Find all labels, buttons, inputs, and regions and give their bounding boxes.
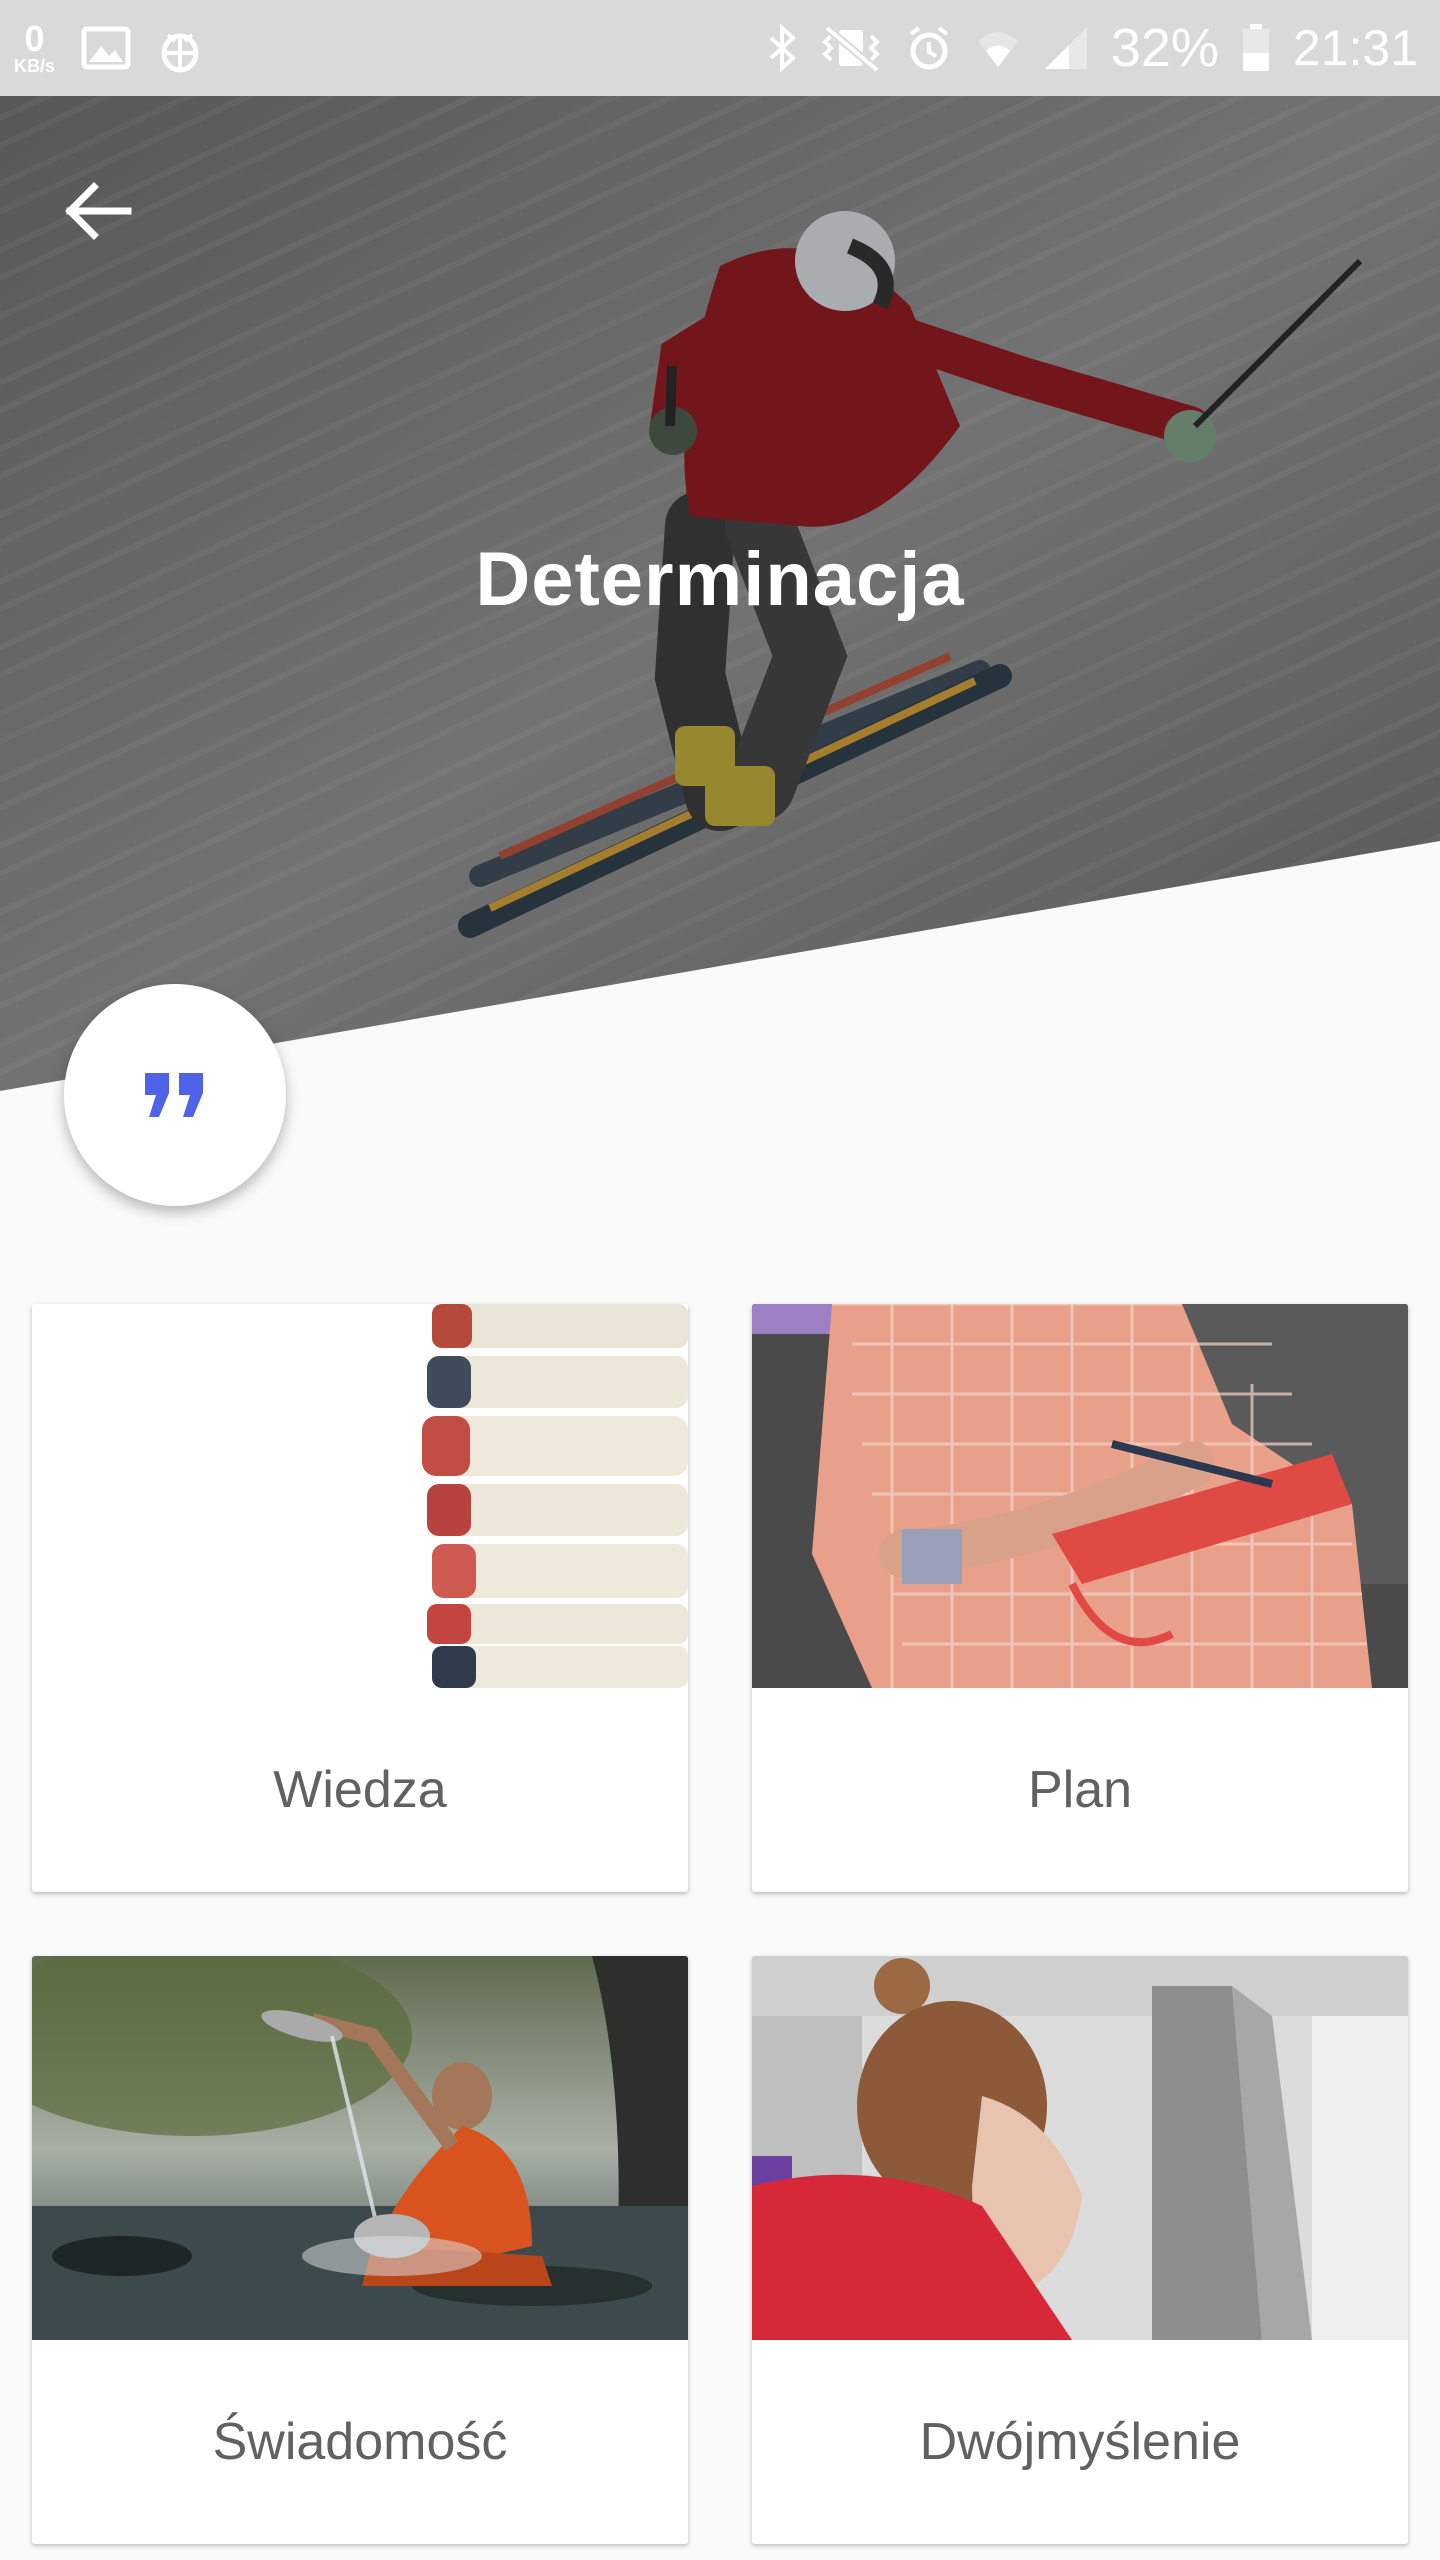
status-bar: 0 KB/s 32% 21:31 bbox=[0, 0, 1440, 96]
quote-button[interactable] bbox=[64, 984, 286, 1206]
clock: 21:31 bbox=[1292, 20, 1418, 76]
card-image-monk bbox=[32, 1956, 688, 2340]
card-dwojmyslenie[interactable]: Dwójmyślenie bbox=[752, 1956, 1408, 2544]
card-plan[interactable]: Plan bbox=[752, 1304, 1408, 1892]
card-image-woman-reading bbox=[752, 1956, 1408, 2340]
network-speed: 0 KB/s bbox=[14, 18, 56, 76]
image-icon bbox=[81, 26, 131, 70]
network-speed-value: 0 bbox=[24, 18, 45, 59]
quote-icon bbox=[145, 1073, 203, 1117]
bug-icon bbox=[157, 23, 203, 73]
page-title: Determinacja bbox=[475, 537, 965, 622]
card-label: Dwójmyślenie bbox=[919, 2413, 1241, 2471]
card-image-notebook bbox=[752, 1304, 1408, 1688]
back-button[interactable] bbox=[52, 166, 142, 256]
card-label: Wiedza bbox=[273, 1761, 447, 1819]
arrow-left-icon bbox=[65, 182, 132, 240]
hero-header: Determinacja bbox=[0, 96, 1440, 1096]
signal-icon bbox=[1043, 25, 1089, 71]
status-bar-left: 0 KB/s bbox=[14, 10, 203, 86]
wifi-icon bbox=[975, 25, 1021, 71]
vibrate-icon bbox=[819, 24, 883, 72]
card-label: Świadomość bbox=[212, 2413, 508, 2471]
status-bar-right: 32% 21:31 bbox=[767, 0, 1418, 96]
battery-icon bbox=[1241, 23, 1271, 73]
alarm-icon bbox=[905, 24, 953, 72]
card-wiedza[interactable]: Wiedza bbox=[32, 1304, 688, 1892]
bluetooth-icon bbox=[767, 24, 797, 72]
battery-percent: 32% bbox=[1110, 18, 1219, 78]
card-swiadomosc[interactable]: Świadomość bbox=[32, 1956, 688, 2544]
card-image-books bbox=[32, 1304, 688, 1688]
network-speed-unit: KB/s bbox=[14, 56, 56, 76]
card-label: Plan bbox=[1027, 1761, 1133, 1819]
